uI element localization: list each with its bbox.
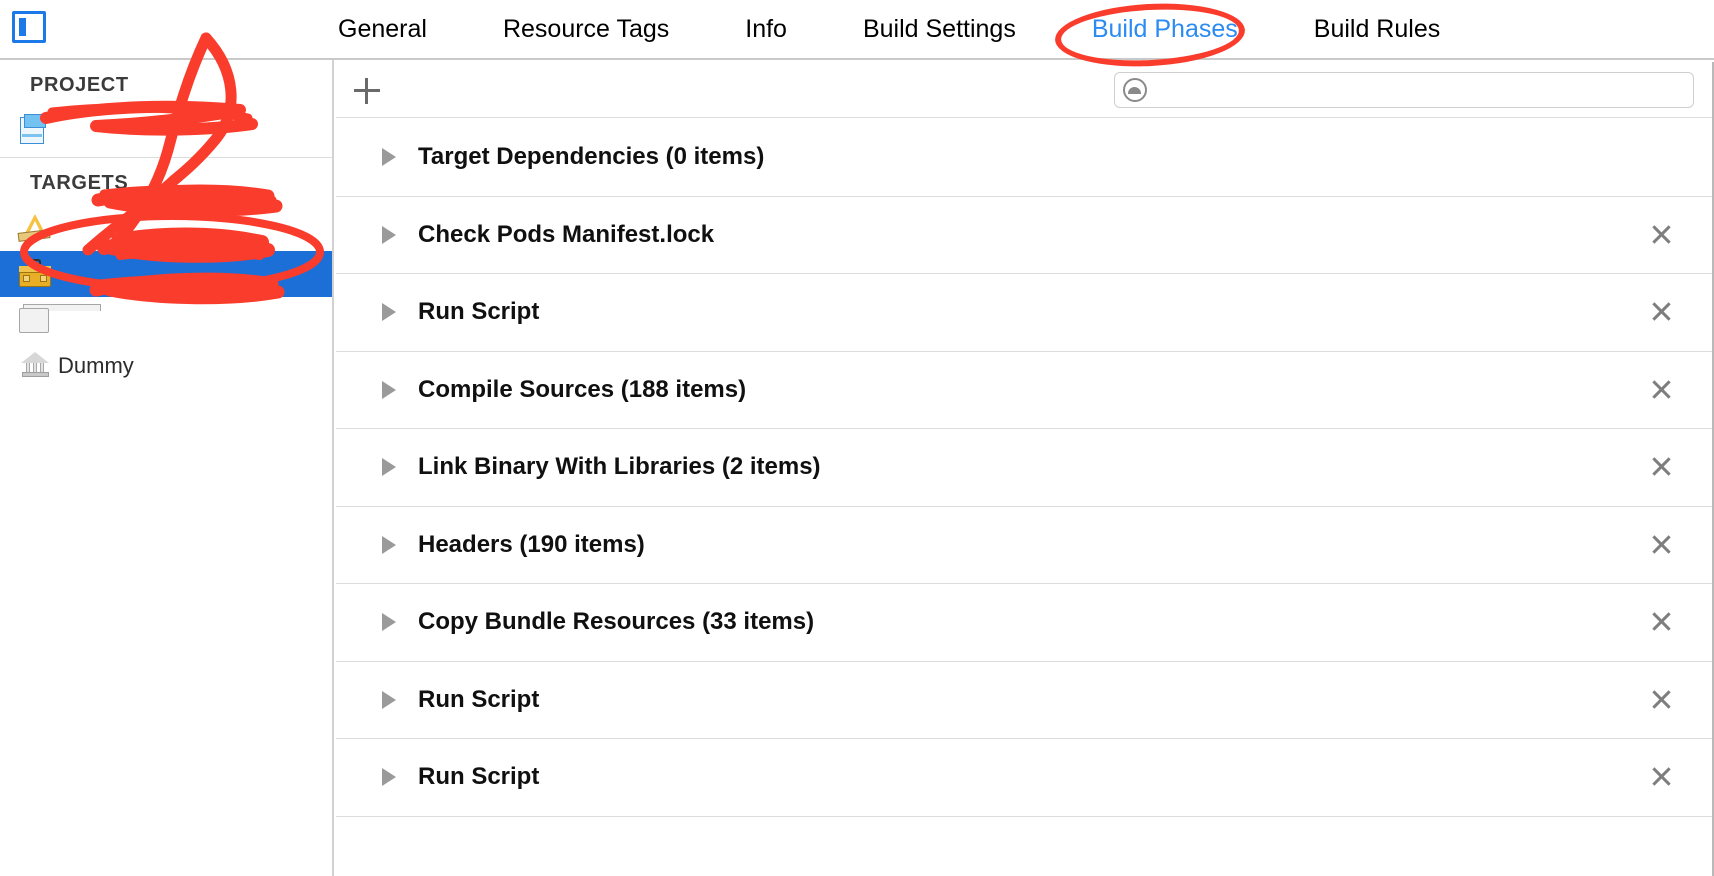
- build-phase-row[interactable]: Run Script: [336, 738, 1712, 816]
- disclosure-triangle-icon[interactable]: [382, 613, 396, 632]
- build-phase-title: Run Script: [418, 298, 540, 326]
- build-phases-panel: Target Dependencies (0 items) Check Pods…: [336, 62, 1714, 876]
- delete-phase-icon[interactable]: [1648, 222, 1674, 248]
- tab-list: General Resource Tags Info Build Setting…: [300, 0, 1478, 58]
- build-phase-title: Headers (190 items): [418, 530, 645, 558]
- framework-icon: [18, 350, 50, 382]
- tab-info[interactable]: Info: [707, 0, 825, 58]
- build-phase-title: Compile Sources (188 items): [418, 375, 747, 403]
- build-phase-row[interactable]: Run Script: [336, 273, 1712, 351]
- build-phase-row[interactable]: Run Script: [336, 660, 1712, 739]
- add-build-phase-button[interactable]: [350, 74, 384, 108]
- build-phase-row[interactable]: Copy Bundle Resources (33 items): [336, 583, 1712, 661]
- build-phase-row[interactable]: Check Pods Manifest.lock: [336, 195, 1712, 274]
- sidebar-project-header: PROJECT: [30, 74, 129, 96]
- delete-phase-icon[interactable]: [1648, 532, 1674, 558]
- disclosure-triangle-icon[interactable]: [382, 225, 396, 244]
- build-phase-row[interactable]: Headers (190 items): [336, 505, 1712, 584]
- delete-phase-icon[interactable]: [1648, 687, 1674, 713]
- toolbox-target-icon: [18, 258, 51, 290]
- build-phase-title: Target Dependencies (0 items): [418, 142, 765, 170]
- tab-general[interactable]: General: [300, 0, 465, 58]
- build-phases-toolbar: [336, 62, 1712, 118]
- project-icon: [18, 114, 50, 146]
- delete-phase-icon[interactable]: [1648, 764, 1674, 790]
- disclosure-triangle-icon[interactable]: [382, 535, 396, 554]
- sidebar-project-item[interactable]: [0, 107, 332, 153]
- sidebar-target-item-selected[interactable]: [0, 251, 332, 297]
- app-target-icon: [17, 212, 51, 244]
- test-bundle-icon: [18, 304, 101, 336]
- xcode-project-editor: General Resource Tags Info Build Setting…: [0, 0, 1714, 876]
- disclosure-triangle-icon[interactable]: [382, 458, 396, 477]
- filter-field[interactable]: [1114, 72, 1694, 108]
- build-phase-title: Run Script: [418, 685, 540, 713]
- disclosure-triangle-icon[interactable]: [382, 380, 396, 399]
- sidebar-target-item-tests[interactable]: [0, 297, 332, 343]
- search-input[interactable]: [1147, 79, 1693, 101]
- build-phase-row[interactable]: Target Dependencies (0 items): [336, 118, 1712, 196]
- build-phase-row[interactable]: Link Binary With Libraries (2 items): [336, 428, 1712, 506]
- sidebar-toggle-icon[interactable]: [12, 11, 46, 43]
- sidebar-targets-header: TARGETS: [30, 172, 129, 194]
- project-navigator-sidebar[interactable]: PROJECT TARGETS Dummy: [0, 60, 334, 876]
- delete-phase-icon[interactable]: [1648, 377, 1674, 403]
- tab-build-rules[interactable]: Build Rules: [1276, 0, 1478, 58]
- build-phase-title: Link Binary With Libraries (2 items): [418, 453, 821, 481]
- build-phase-row[interactable]: Compile Sources (188 items): [336, 350, 1712, 429]
- tab-resource-tags[interactable]: Resource Tags: [465, 0, 707, 58]
- disclosure-triangle-icon[interactable]: [382, 768, 396, 787]
- build-phase-list-end-divider: [336, 815, 1712, 817]
- disclosure-triangle-icon[interactable]: [382, 147, 396, 166]
- disclosure-triangle-icon[interactable]: [382, 690, 396, 709]
- search-icon: [1123, 78, 1147, 102]
- disclosure-triangle-icon[interactable]: [382, 303, 396, 322]
- sidebar-target-item-app[interactable]: [0, 205, 332, 251]
- build-phase-list: Target Dependencies (0 items) Check Pods…: [336, 118, 1712, 817]
- delete-phase-icon[interactable]: [1648, 454, 1674, 480]
- sidebar-target-dummy-label: Dummy: [58, 353, 134, 378]
- build-phase-title: Copy Bundle Resources (33 items): [418, 608, 815, 636]
- tab-build-settings[interactable]: Build Settings: [825, 0, 1054, 58]
- build-phase-title: Check Pods Manifest.lock: [418, 220, 715, 248]
- sidebar-target-item-dummy[interactable]: Dummy: [0, 343, 332, 389]
- delete-phase-icon[interactable]: [1648, 299, 1674, 325]
- tab-build-phases[interactable]: Build Phases: [1054, 0, 1276, 58]
- build-phase-title: Run Script: [418, 763, 540, 791]
- delete-phase-icon[interactable]: [1648, 609, 1674, 635]
- editor-tab-bar: General Resource Tags Info Build Setting…: [0, 0, 1714, 60]
